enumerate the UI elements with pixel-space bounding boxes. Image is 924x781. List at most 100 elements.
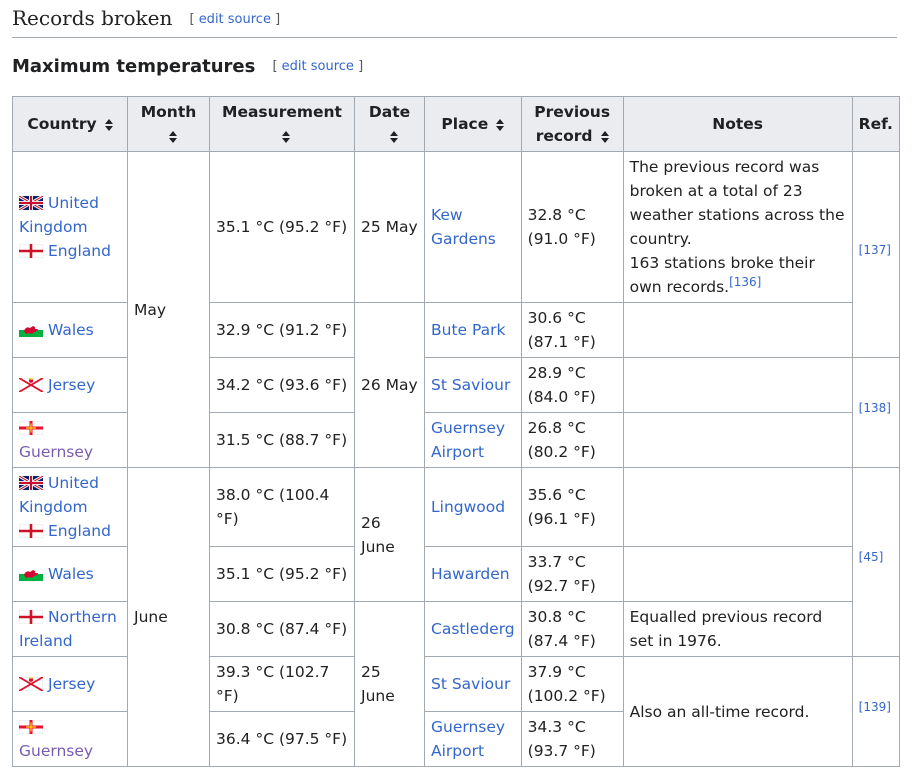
- place-cell: Castlederg: [424, 601, 522, 657]
- citation-link[interactable]: [139]: [859, 699, 891, 713]
- ref-cell: [137]: [851, 151, 900, 358]
- measurement-cell: 36.4 °C (97.5 °F): [209, 711, 355, 767]
- column-header-previous-record[interactable]: Previous record: [520, 96, 624, 152]
- ref-cell: [139]: [851, 656, 900, 767]
- country-link-england[interactable]: England: [48, 242, 111, 260]
- previous-record-cell: 30.6 °C (87.1 °F): [520, 302, 624, 358]
- month-cell: May: [127, 151, 210, 468]
- country-link-jersey[interactable]: Jersey: [48, 376, 95, 394]
- england-flag-icon: [19, 524, 43, 538]
- country-link-guernsey[interactable]: Guernsey: [19, 742, 93, 760]
- subsection-edit-link: [ edit source ]: [272, 59, 364, 74]
- citation-link[interactable]: [45]: [859, 550, 884, 564]
- place-cell: St Saviour: [424, 357, 522, 413]
- measurement-cell: 32.9 °C (91.2 °F): [209, 302, 355, 358]
- column-header-month[interactable]: Month: [127, 96, 210, 152]
- previous-record-cell: 26.8 °C (80.2 °F): [520, 412, 624, 468]
- date-cell: 25 June: [354, 601, 425, 767]
- sort-icon: [496, 118, 505, 131]
- previous-record-cell: 28.9 °C (84.0 °F): [520, 357, 624, 413]
- country-cell: Jersey: [12, 656, 128, 712]
- previous-record-cell: 34.3 °C (93.7 °F): [520, 711, 624, 767]
- guernsey-flag-icon: [19, 421, 43, 435]
- country-cell: Jersey: [12, 357, 128, 413]
- citation-link[interactable]: [138]: [859, 400, 891, 414]
- place-link[interactable]: St Saviour: [431, 675, 510, 693]
- place-link[interactable]: Guernsey Airport: [431, 718, 505, 760]
- place-link[interactable]: Hawarden: [431, 565, 510, 583]
- previous-record-cell: 37.9 °C (100.2 °F): [520, 656, 624, 712]
- subsection-heading: Maximum temperatures [ edit source ]: [12, 55, 363, 79]
- column-header-ref: Ref.: [851, 96, 900, 152]
- measurement-cell: 38.0 °C (100.4 °F): [209, 467, 355, 547]
- citation-link[interactable]: [136]: [729, 275, 761, 289]
- place-link[interactable]: Kew Gardens: [431, 206, 496, 248]
- country-cell: Wales: [12, 546, 128, 602]
- notes-cell: [622, 357, 853, 413]
- measurement-cell: 39.3 °C (102.7 °F): [209, 656, 355, 712]
- notes-cell: Equalled previous record set in 1976.: [622, 601, 853, 657]
- citation-link[interactable]: [137]: [859, 242, 891, 256]
- table-row: United Kingdom England May 35.1 °C (95.2…: [12, 151, 900, 468]
- date-cell: 25 May: [354, 151, 425, 303]
- uk-flag-icon: [19, 476, 43, 490]
- country-link-wales[interactable]: Wales: [48, 321, 94, 339]
- country-link-jersey[interactable]: Jersey: [48, 675, 95, 693]
- measurement-cell: 31.5 °C (88.7 °F): [209, 412, 355, 468]
- notes-cell: The previous record was broken at a tota…: [622, 151, 853, 303]
- date-cell: 26 June: [354, 467, 425, 602]
- previous-record-cell: 30.8 °C (87.4 °F): [520, 601, 624, 657]
- place-link[interactable]: St Saviour: [431, 376, 510, 394]
- records-table: Country Month Measurement Date Place Pre…: [12, 96, 900, 767]
- country-link-guernsey[interactable]: Guernsey: [19, 443, 93, 461]
- northern-ireland-flag-icon: [19, 610, 43, 624]
- notes-cell: Also an all-time record.: [622, 656, 853, 767]
- sort-icon: [104, 118, 113, 131]
- date-cell: 26 May: [354, 302, 425, 468]
- place-link[interactable]: Guernsey Airport: [431, 419, 505, 461]
- column-header-date[interactable]: Date: [354, 96, 425, 152]
- country-cell: Guernsey: [12, 711, 128, 767]
- sort-icon: [600, 130, 609, 143]
- measurement-cell: 35.1 °C (95.2 °F): [209, 151, 355, 303]
- month-cell: June: [127, 467, 210, 767]
- table-header-row: Country Month Measurement Date Place Pre…: [12, 96, 900, 152]
- notes-cell: [622, 302, 853, 358]
- sort-icon: [168, 130, 177, 143]
- section-edit-link: [ edit source ]: [189, 12, 281, 27]
- ref-cell: [45]: [851, 467, 900, 657]
- sort-icon: [282, 130, 290, 143]
- place-cell: Hawarden: [424, 546, 522, 602]
- place-link[interactable]: Castlederg: [431, 620, 515, 638]
- jersey-flag-icon: [19, 677, 43, 691]
- ref-cell: [138]: [851, 357, 900, 468]
- edit-source-link[interactable]: edit source: [199, 12, 271, 27]
- country-cell: United Kingdom England: [12, 467, 128, 547]
- measurement-cell: 30.8 °C (87.4 °F): [209, 601, 355, 657]
- place-cell: St Saviour: [424, 656, 522, 712]
- edit-source-link[interactable]: edit source: [282, 59, 354, 74]
- place-cell: Guernsey Airport: [424, 711, 522, 767]
- country-link-wales[interactable]: Wales: [48, 565, 94, 583]
- sort-icon: [389, 130, 398, 143]
- jersey-flag-icon: [19, 378, 43, 392]
- notes-cell: [622, 546, 853, 602]
- previous-record-cell: 32.8 °C (91.0 °F): [520, 151, 624, 303]
- country-link-england[interactable]: England: [48, 522, 111, 540]
- notes-cell: [622, 467, 853, 547]
- column-header-measurement[interactable]: Measurement: [209, 96, 355, 152]
- column-header-country[interactable]: Country: [12, 96, 128, 152]
- guernsey-flag-icon: [19, 720, 43, 734]
- place-link[interactable]: Bute Park: [431, 321, 506, 339]
- section-heading: Records broken [ edit source ]: [12, 4, 897, 38]
- notes-cell: [622, 412, 853, 468]
- place-link[interactable]: Lingwood: [431, 498, 505, 516]
- wales-flag-icon: [19, 323, 43, 337]
- column-header-place[interactable]: Place: [424, 96, 522, 152]
- table-row: United Kingdom England June 38.0 °C (100…: [12, 467, 900, 767]
- place-cell: Lingwood: [424, 467, 522, 547]
- country-cell: Northern Ireland: [12, 601, 128, 657]
- country-cell: Guernsey: [12, 412, 128, 468]
- place-cell: Bute Park: [424, 302, 522, 358]
- measurement-cell: 35.1 °C (95.2 °F): [209, 546, 355, 602]
